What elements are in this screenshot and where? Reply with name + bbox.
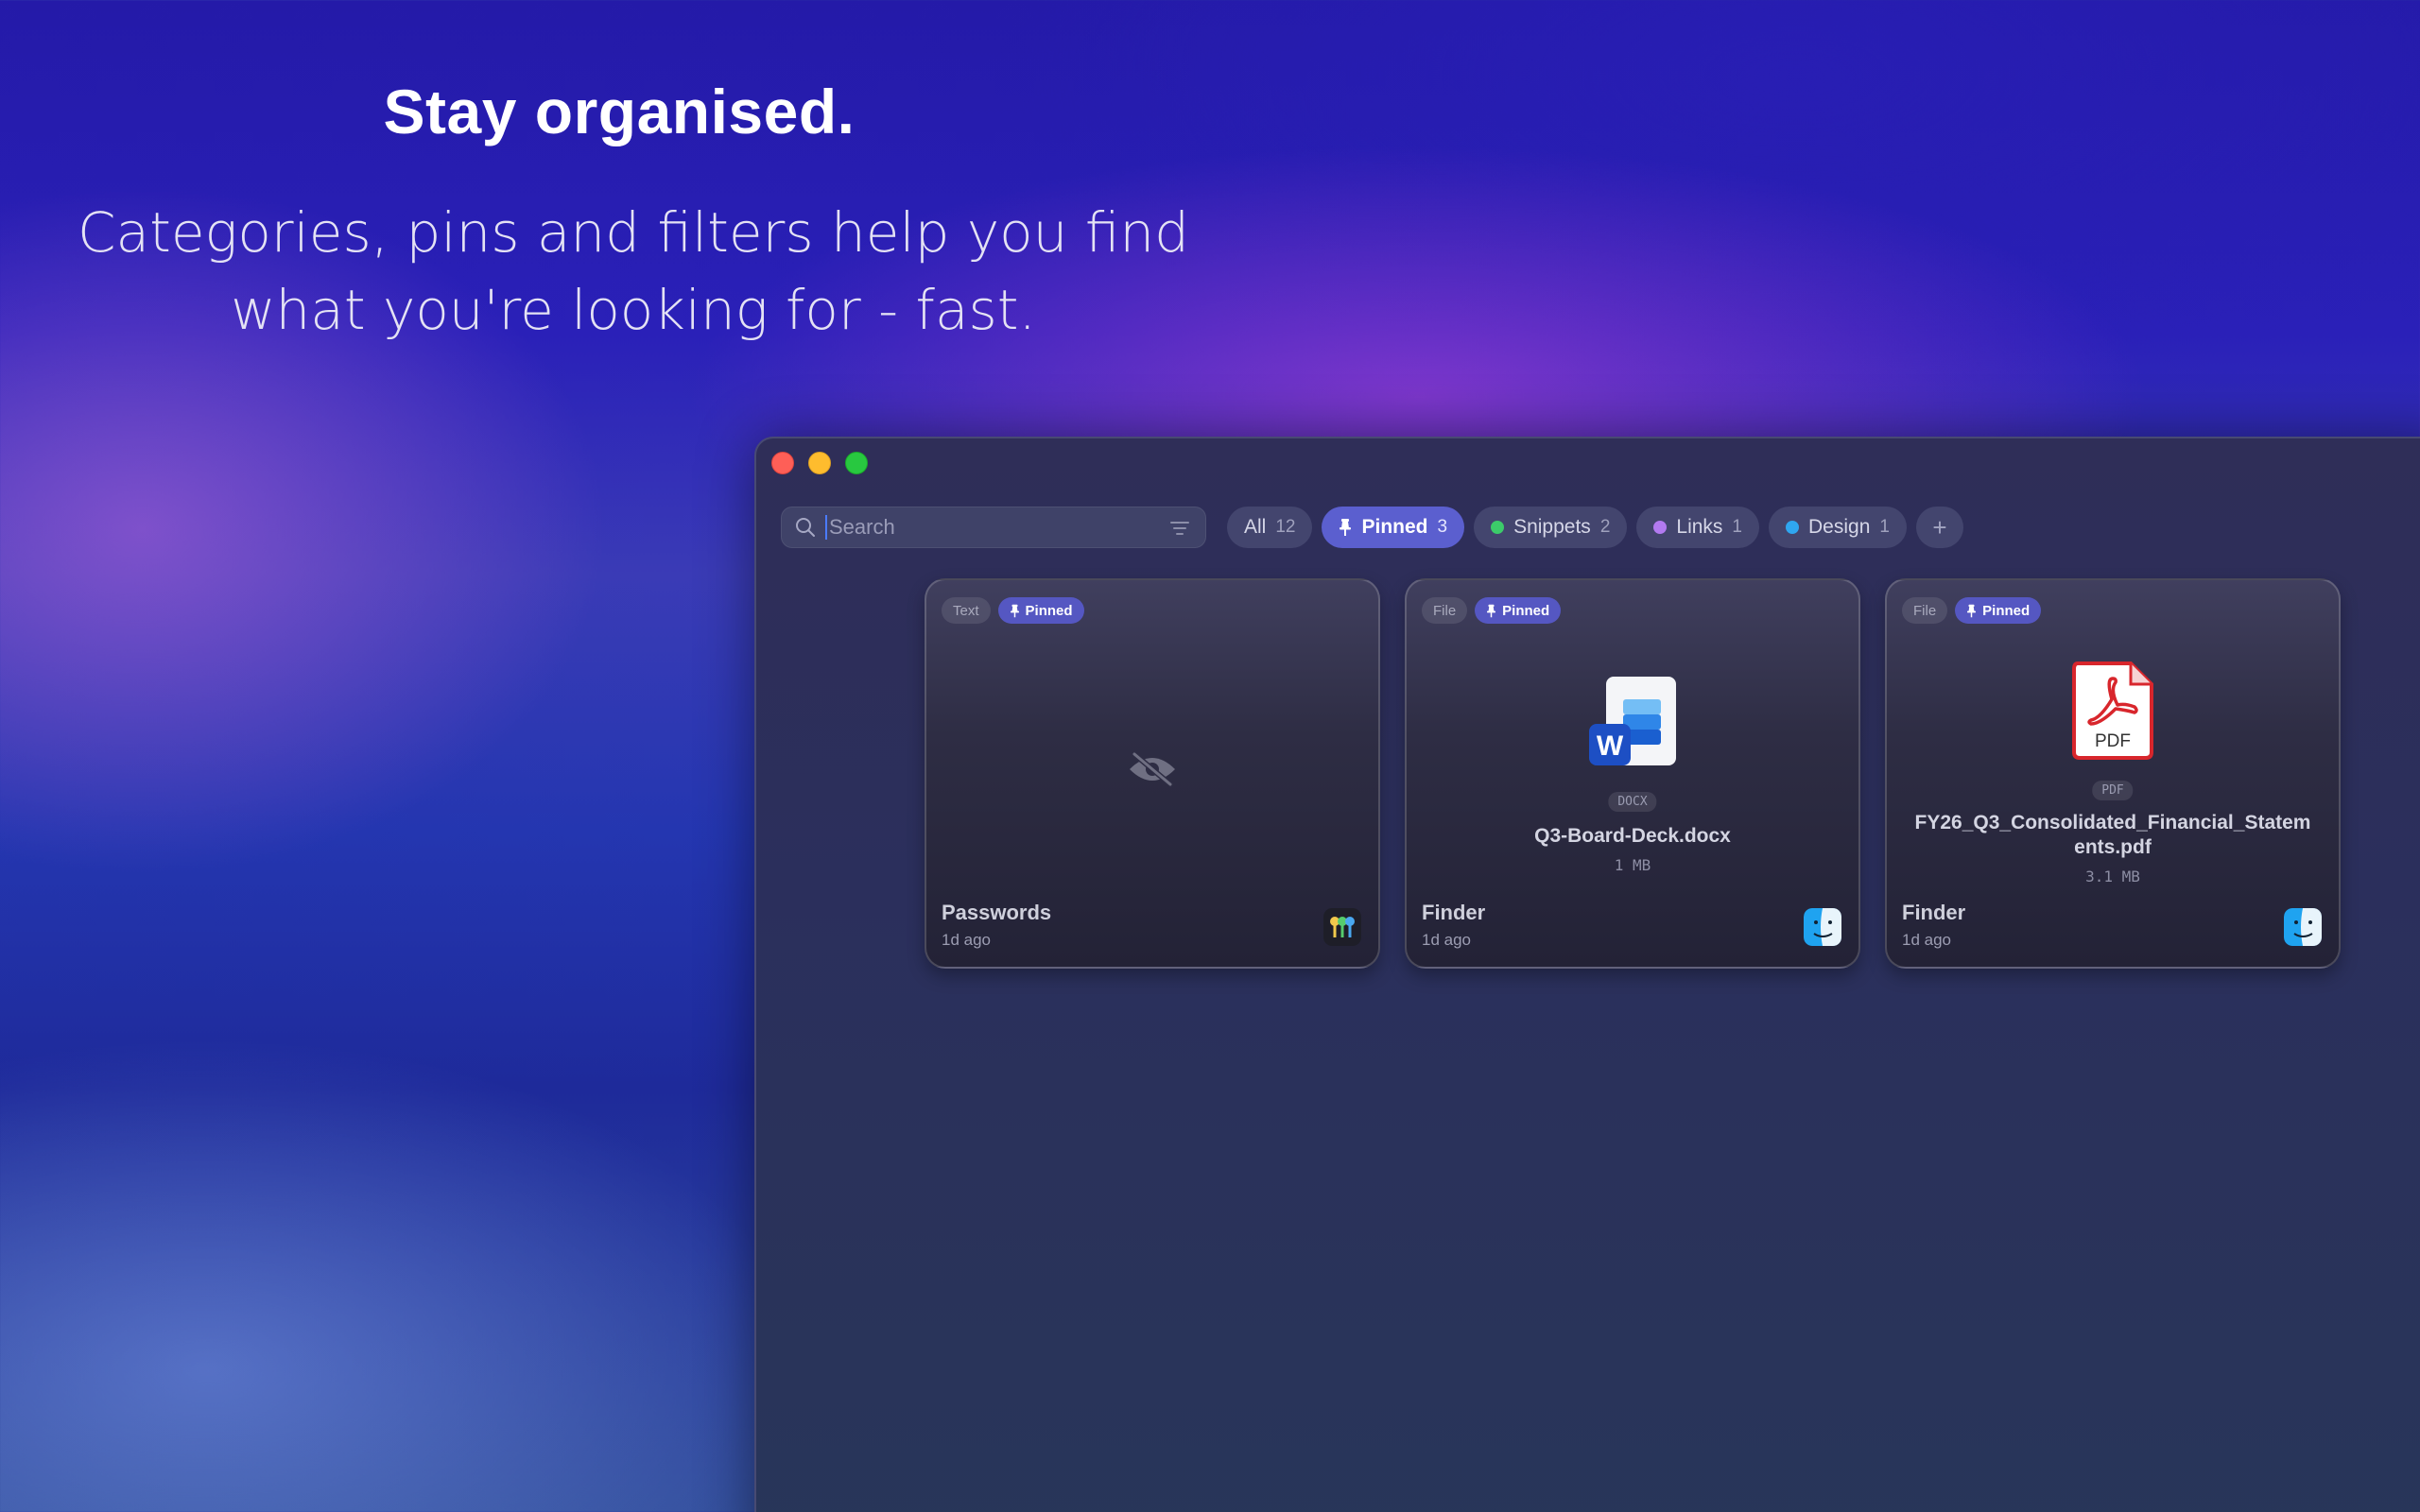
file-size: 1 MB — [1614, 856, 1651, 874]
pin-icon — [1010, 604, 1019, 617]
hero-title: Stay organised. — [383, 77, 856, 146]
filter-chip-count: 2 — [1599, 517, 1611, 537]
word-document-icon: W — [1589, 677, 1676, 765]
finder-app-icon — [2284, 908, 2322, 946]
filter-chip-label: All — [1244, 516, 1267, 538]
filter-list-icon[interactable] — [1169, 520, 1190, 537]
card-timestamp: 1d ago — [1422, 931, 1471, 949]
filter-chip-snippets[interactable]: Snippets 2 — [1474, 507, 1628, 548]
filter-chip-count: 12 — [1275, 517, 1296, 537]
card-source-app: Finder — [1902, 901, 1966, 924]
pdf-document-icon: PDF — [2072, 662, 2153, 760]
filter-chip-count: 1 — [1879, 517, 1890, 537]
file-name: FY26_Q3_Consolidated_Financial_Statement… — [1914, 812, 2311, 858]
card-badges: Text Pinned — [942, 597, 1084, 624]
window-controls — [771, 452, 868, 474]
card-timestamp: 1d ago — [1902, 931, 1951, 949]
minimize-window-button[interactable] — [808, 452, 831, 474]
file-type-label: PDF — [2092, 781, 2134, 800]
pin-icon — [1487, 604, 1496, 617]
category-color-dot — [1653, 521, 1668, 534]
file-name: Q3-Board-Deck.docx — [1534, 825, 1731, 847]
pinned-label: Pinned — [1502, 602, 1550, 619]
pinned-label: Pinned — [1982, 602, 2031, 619]
hidden-eye-icon — [1130, 751, 1175, 787]
type-badge: Text — [942, 597, 991, 624]
pin-icon — [1340, 519, 1352, 536]
card-footer: Passwords 1d ago — [942, 901, 1051, 950]
hero-subtitle: Categories, pins and filters help you fi… — [0, 194, 1267, 349]
pinned-badge: Pinned — [1955, 597, 2042, 624]
card-badges: File Pinned — [1422, 597, 1562, 624]
type-badge: File — [1902, 597, 1948, 624]
hero-subtitle-line-2: what you're looking for - fast. — [231, 278, 1036, 342]
add-category-button[interactable]: + — [1915, 507, 1963, 548]
card-badges: File Pinned — [1902, 597, 2042, 624]
filter-chip-design[interactable]: Design 1 — [1769, 507, 1907, 548]
card-timestamp: 1d ago — [942, 931, 991, 949]
toolbar: All 12 Pinned 3 Snippets 2 Links 1 Desig… — [781, 507, 1963, 548]
filter-chip-label: Design — [1808, 516, 1871, 538]
card-source-app: Passwords — [942, 901, 1052, 924]
zoom-window-button[interactable] — [845, 452, 868, 474]
pinned-badge: Pinned — [1475, 597, 1562, 624]
pinned-label: Pinned — [1025, 602, 1073, 619]
filter-chip-label: Pinned — [1361, 516, 1428, 538]
passwords-app-icon — [1323, 908, 1361, 946]
category-color-dot — [1786, 521, 1799, 534]
filter-chip-all[interactable]: All 12 — [1227, 507, 1313, 548]
file-type-label: DOCX — [1608, 792, 1657, 812]
file-size: 3.1 MB — [2085, 868, 2140, 885]
card-source-app: Finder — [1422, 901, 1486, 924]
search-input[interactable] — [825, 515, 1147, 540]
search-bar — [781, 507, 1206, 548]
pin-icon — [1967, 604, 1977, 617]
pinned-badge: Pinned — [997, 597, 1084, 624]
type-badge: File — [1422, 597, 1468, 624]
category-color-dot — [1491, 521, 1505, 534]
filter-chip-links[interactable]: Links 1 — [1636, 507, 1759, 548]
clip-card[interactable]: File Pinned W DOCX Q3-Board-Deck.docx 1 … — [1405, 578, 1860, 969]
svg-text:W: W — [1597, 730, 1624, 762]
filter-chip-label: Snippets — [1513, 516, 1591, 538]
hero-subtitle-line-1: Categories, pins and filters help you fi… — [78, 200, 1189, 265]
pdf-icon-text: PDF — [2095, 731, 2131, 751]
filter-chip-label: Links — [1676, 516, 1723, 538]
app-window: All 12 Pinned 3 Snippets 2 Links 1 Desig… — [754, 437, 2420, 1512]
close-window-button[interactable] — [771, 452, 794, 474]
finder-app-icon — [1804, 908, 1841, 946]
clipboard-cards: Text Pinned Passwords 1d ago File Pinned… — [925, 578, 2341, 969]
card-footer: Finder 1d ago — [1902, 901, 1965, 950]
filter-chip-pinned[interactable]: Pinned 3 — [1322, 507, 1465, 548]
clip-card[interactable]: Text Pinned Passwords 1d ago — [925, 578, 1380, 969]
filter-chip-count: 1 — [1732, 517, 1742, 537]
card-footer: Finder 1d ago — [1422, 901, 1485, 950]
filter-chip-count: 3 — [1437, 517, 1448, 537]
clip-card[interactable]: File Pinned PDF PDF FY26_Q3_Consolidated… — [1885, 578, 2341, 969]
search-icon — [796, 518, 815, 537]
